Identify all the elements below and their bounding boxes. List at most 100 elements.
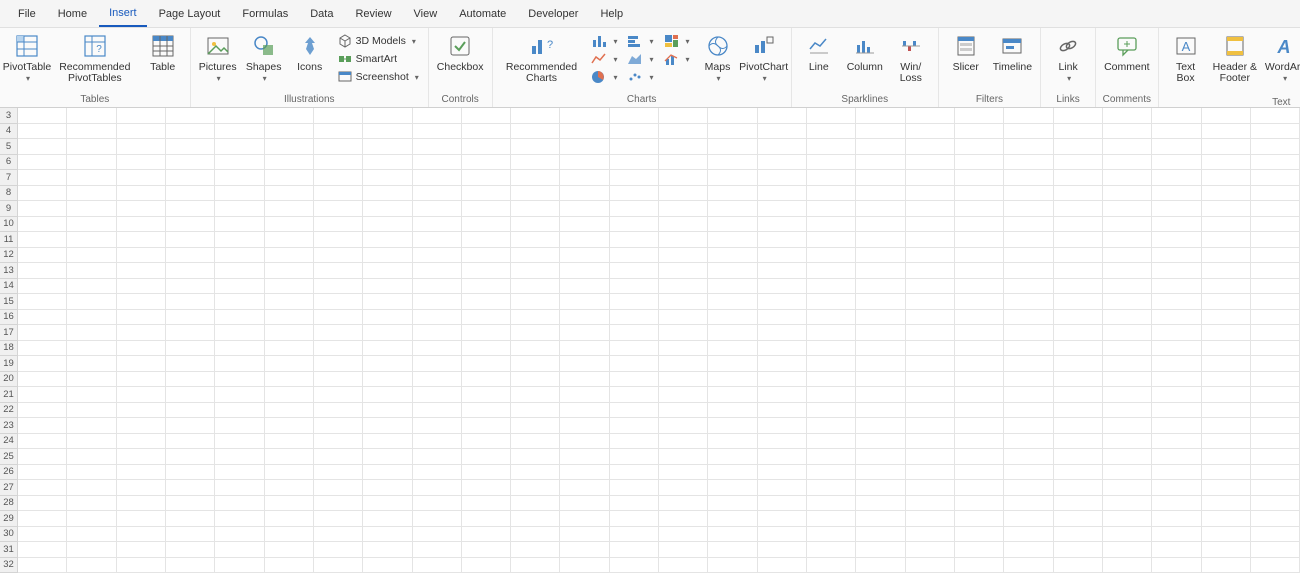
- cell[interactable]: [1103, 356, 1152, 371]
- cell[interactable]: [1103, 279, 1152, 294]
- cell[interactable]: [1103, 434, 1152, 449]
- cell[interactable]: [462, 201, 511, 216]
- cell[interactable]: [1202, 527, 1251, 542]
- cell[interactable]: [511, 279, 560, 294]
- row-header[interactable]: 12: [0, 248, 18, 264]
- row-header[interactable]: 6: [0, 155, 18, 171]
- cell[interactable]: [1103, 263, 1152, 278]
- cell[interactable]: [462, 527, 511, 542]
- tab-file[interactable]: File: [8, 2, 46, 26]
- cell[interactable]: [708, 232, 757, 247]
- cell[interactable]: [265, 279, 314, 294]
- cell[interactable]: [511, 356, 560, 371]
- cell[interactable]: [67, 325, 116, 340]
- row-header[interactable]: 3: [0, 108, 18, 124]
- cell[interactable]: [1152, 186, 1201, 201]
- cell[interactable]: [906, 496, 955, 511]
- row-header[interactable]: 16: [0, 310, 18, 326]
- cell[interactable]: [708, 356, 757, 371]
- cell[interactable]: [1103, 186, 1152, 201]
- cell[interactable]: [1004, 418, 1053, 433]
- cell[interactable]: [1202, 558, 1251, 573]
- cell[interactable]: [1152, 139, 1201, 154]
- tab-review[interactable]: Review: [345, 2, 401, 26]
- cell[interactable]: [18, 449, 67, 464]
- cell[interactable]: [758, 496, 807, 511]
- cell[interactable]: [659, 325, 708, 340]
- row-header[interactable]: 28: [0, 496, 18, 512]
- cell[interactable]: [1054, 263, 1103, 278]
- cell[interactable]: [955, 418, 1004, 433]
- cell[interactable]: [215, 263, 264, 278]
- shapes-button[interactable]: Shapes▾: [243, 30, 285, 84]
- cell[interactable]: [560, 480, 609, 495]
- cell[interactable]: [610, 139, 659, 154]
- cell[interactable]: [758, 480, 807, 495]
- cell[interactable]: [1202, 387, 1251, 402]
- cell[interactable]: [856, 527, 905, 542]
- cell[interactable]: [955, 403, 1004, 418]
- cell[interactable]: [1054, 558, 1103, 573]
- cell[interactable]: [511, 217, 560, 232]
- cell[interactable]: [462, 372, 511, 387]
- cell[interactable]: [363, 108, 412, 123]
- cell[interactable]: [1202, 279, 1251, 294]
- cell[interactable]: [1152, 263, 1201, 278]
- cell[interactable]: [708, 449, 757, 464]
- cell[interactable]: [117, 449, 166, 464]
- cell[interactable]: [955, 310, 1004, 325]
- combo-chart-button[interactable]: ▾: [661, 50, 693, 68]
- cell[interactable]: [511, 170, 560, 185]
- cell[interactable]: [659, 496, 708, 511]
- cell[interactable]: [18, 465, 67, 480]
- cell[interactable]: [67, 527, 116, 542]
- cell[interactable]: [1202, 201, 1251, 216]
- cell[interactable]: [1202, 465, 1251, 480]
- cell[interactable]: [610, 387, 659, 402]
- cell[interactable]: [906, 294, 955, 309]
- cell[interactable]: [215, 511, 264, 526]
- cell[interactable]: [363, 403, 412, 418]
- row-header[interactable]: 30: [0, 527, 18, 543]
- cell[interactable]: [1152, 232, 1201, 247]
- cell[interactable]: [758, 465, 807, 480]
- cell[interactable]: [462, 108, 511, 123]
- cell[interactable]: [1251, 325, 1300, 340]
- cell[interactable]: [265, 527, 314, 542]
- cell[interactable]: [1152, 449, 1201, 464]
- row-header[interactable]: 14: [0, 279, 18, 295]
- cell[interactable]: [856, 542, 905, 557]
- cell[interactable]: [265, 480, 314, 495]
- cell[interactable]: [265, 418, 314, 433]
- cell[interactable]: [1251, 480, 1300, 495]
- cell[interactable]: [856, 124, 905, 139]
- cell[interactable]: [363, 217, 412, 232]
- cell[interactable]: [215, 186, 264, 201]
- cell[interactable]: [610, 170, 659, 185]
- cell[interactable]: [659, 434, 708, 449]
- cell[interactable]: [906, 542, 955, 557]
- cell[interactable]: [1004, 387, 1053, 402]
- cell[interactable]: [856, 449, 905, 464]
- cell[interactable]: [807, 124, 856, 139]
- cell[interactable]: [560, 372, 609, 387]
- cell[interactable]: [610, 279, 659, 294]
- cell[interactable]: [511, 434, 560, 449]
- cell[interactable]: [314, 465, 363, 480]
- cell[interactable]: [363, 294, 412, 309]
- recommended-charts-button[interactable]: ? Recommended Charts: [499, 30, 585, 84]
- cell[interactable]: [511, 542, 560, 557]
- cell[interactable]: [1202, 480, 1251, 495]
- cell[interactable]: [906, 511, 955, 526]
- cell[interactable]: [1152, 527, 1201, 542]
- cell[interactable]: [807, 139, 856, 154]
- cell[interactable]: [117, 418, 166, 433]
- cell[interactable]: [1251, 139, 1300, 154]
- cell[interactable]: [807, 263, 856, 278]
- cell[interactable]: [1054, 372, 1103, 387]
- cell[interactable]: [265, 217, 314, 232]
- cell[interactable]: [906, 217, 955, 232]
- cell[interactable]: [1004, 248, 1053, 263]
- cell[interactable]: [659, 558, 708, 573]
- cell[interactable]: [363, 155, 412, 170]
